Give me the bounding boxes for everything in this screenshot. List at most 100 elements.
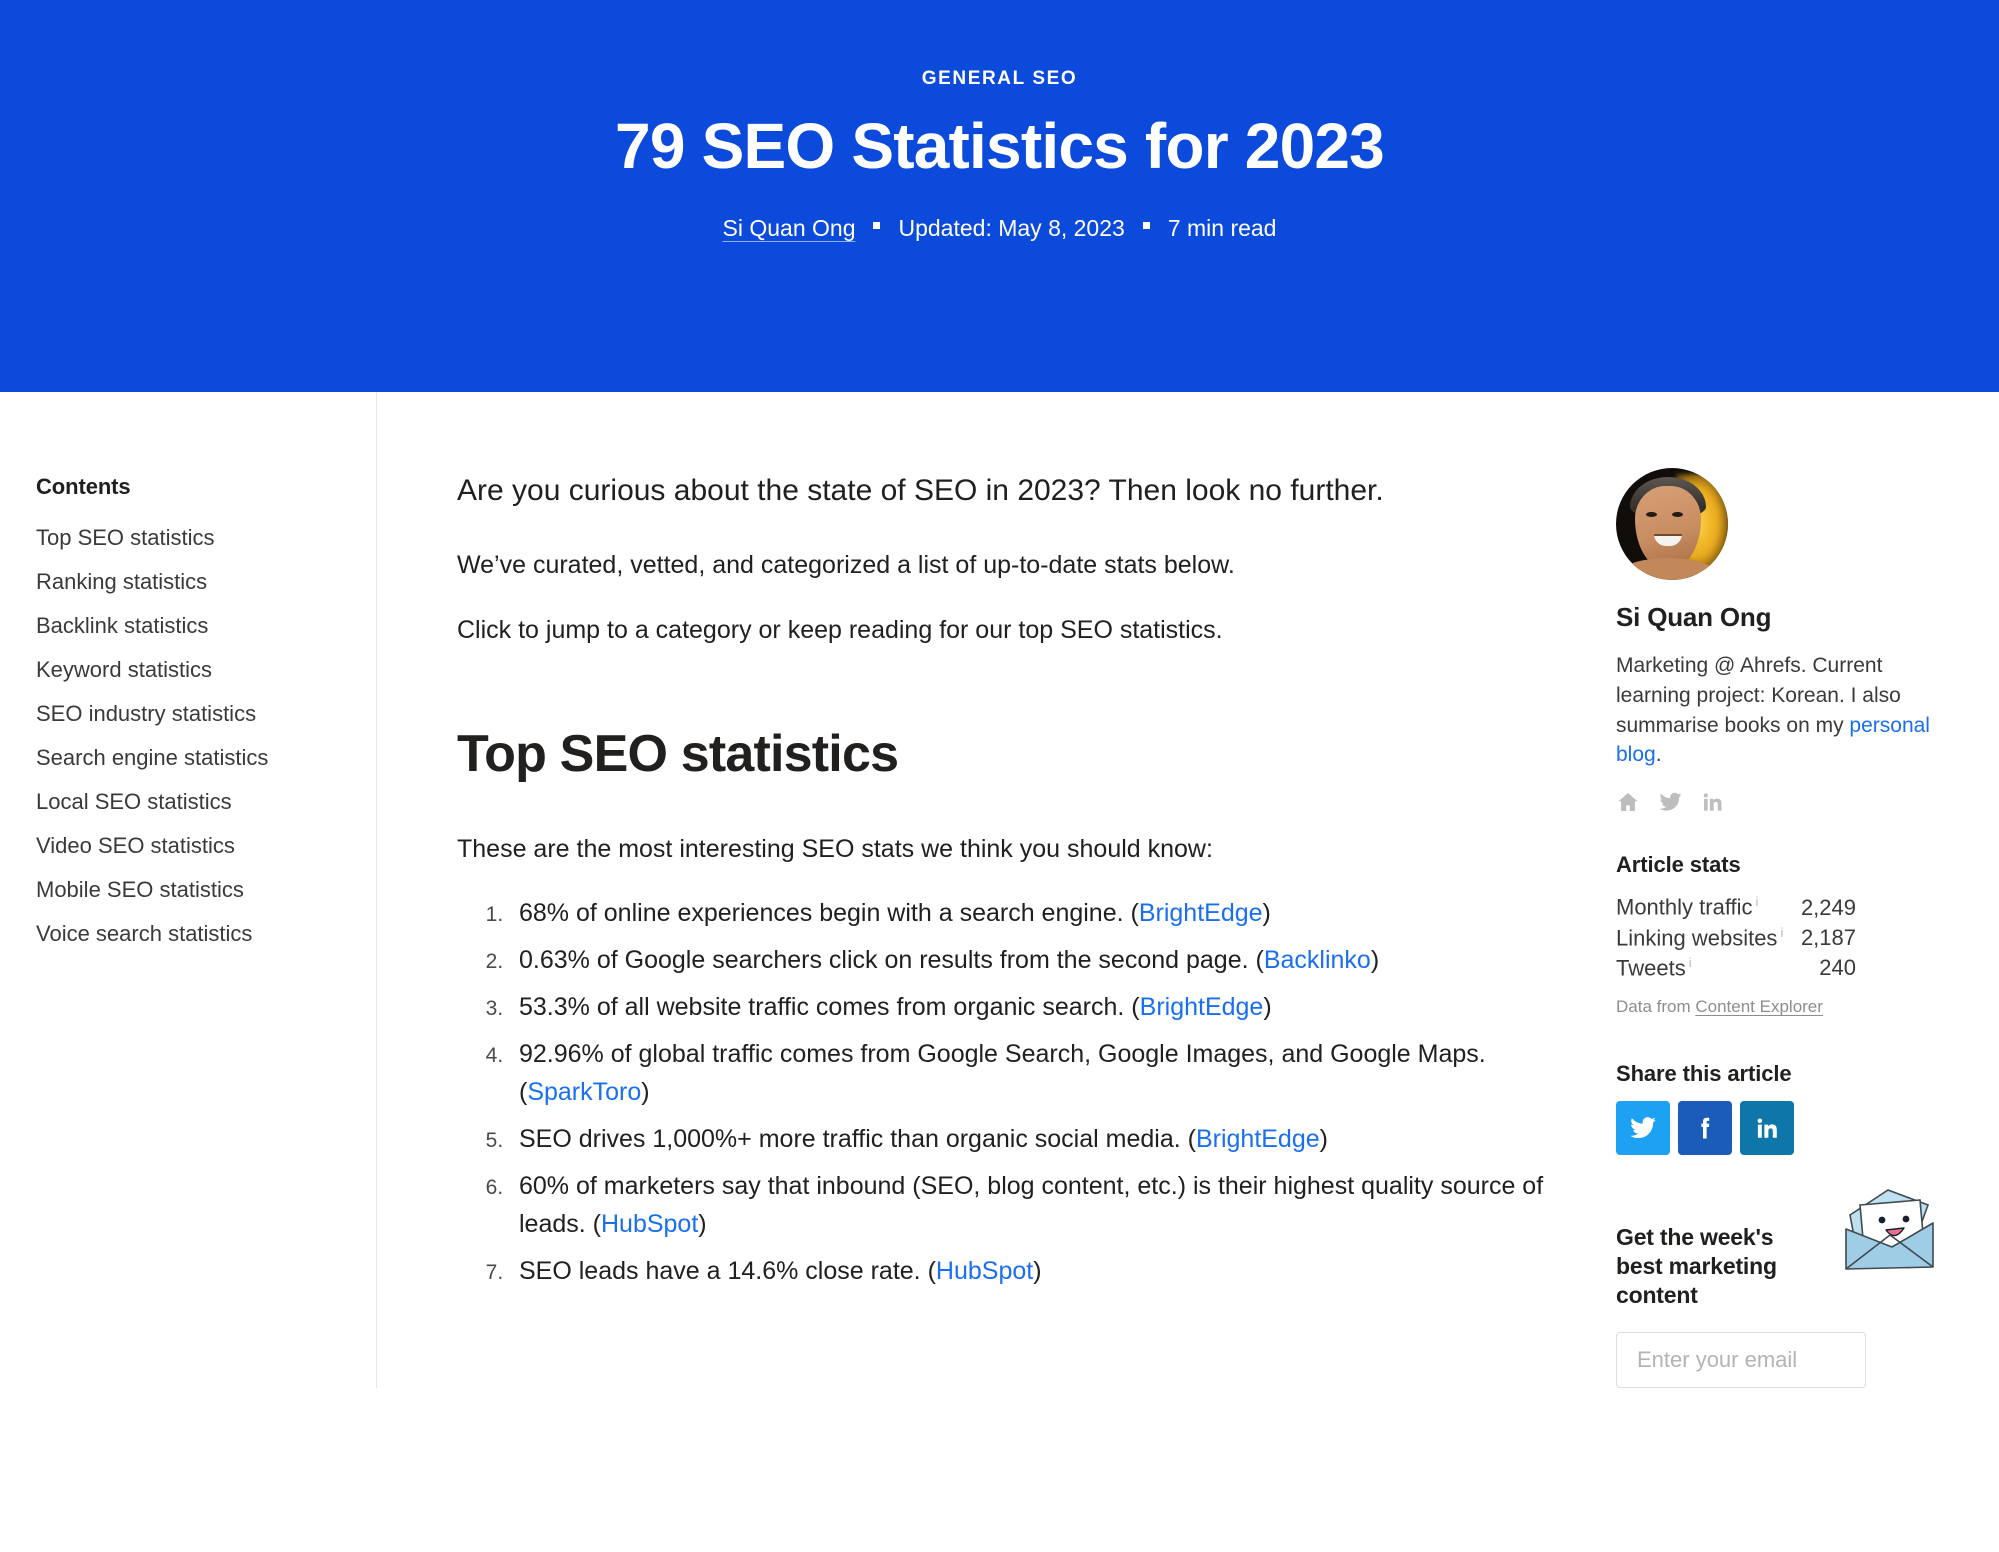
stat-label-text: Tweets (1616, 955, 1686, 981)
linkedin-icon (1754, 1115, 1780, 1141)
content-explorer-link[interactable]: Content Explorer (1695, 997, 1823, 1016)
byline-updated-date: Updated: May 8, 2023 (898, 215, 1125, 242)
share-title: Share this article (1616, 1061, 1792, 1087)
toc-item-search-engine-statistics[interactable]: Search engine statistics (36, 736, 376, 780)
stat-label: Monthly traffic i (1616, 894, 1758, 920)
data-source-note: Data from Content Explorer (1616, 997, 1946, 1017)
section-heading-top-seo-statistics: Top SEO statistics (457, 724, 899, 783)
article-content: Are you curious about the state of SEO i… (376, 392, 1616, 1389)
stat-text: 0.63% of Google searchers click on resul… (519, 946, 1264, 975)
toc-item-mobile-seo-statistics[interactable]: Mobile SEO statistics (36, 868, 376, 912)
article-paragraph-3: Click to jump to a category or keep read… (457, 616, 1223, 645)
toc-item-seo-industry-statistics[interactable]: SEO industry statistics (36, 692, 376, 736)
article-paragraph-2: We’ve curated, vetted, and categorized a… (457, 550, 1235, 579)
info-icon[interactable]: i (1780, 925, 1783, 940)
share-buttons (1616, 1101, 1946, 1156)
byline-separator-1 (873, 222, 881, 230)
stat-text: 68% of online experiences begin with a s… (519, 899, 1139, 928)
list-item: Voice search statistics (36, 912, 376, 956)
article-hero-banner: GENERAL SEO 79 SEO Statistics for 2023 S… (0, 0, 1999, 392)
byline-separator-2 (1142, 222, 1150, 230)
top-seo-statistics-list: 68% of online experiences begin with a s… (457, 894, 1558, 1290)
info-icon[interactable]: i (1689, 955, 1692, 970)
toc-item-ranking-statistics[interactable]: Ranking statistics (36, 560, 376, 604)
byline-read-time: 7 min read (1167, 215, 1277, 242)
list-item: Backlink statistics (36, 604, 376, 648)
toc-item-voice-search-statistics[interactable]: Voice search statistics (36, 912, 376, 956)
list-item: 53.3% of all website traffic comes from … (509, 988, 1558, 1026)
stat-text: SEO leads have a 14.6% close rate. ( (519, 1257, 936, 1286)
stat-label: Linking websites i (1616, 925, 1783, 951)
toc-item-video-seo-statistics[interactable]: Video SEO statistics (36, 824, 376, 868)
article-stats-title: Article stats (1616, 852, 1741, 878)
author-bio-after: . (1655, 743, 1662, 767)
stat-tail: ) (1319, 1125, 1328, 1154)
twitter-icon (1629, 1114, 1657, 1142)
stat-row-tweets: Tweets i 240 (1616, 953, 1856, 983)
source-link-hubspot[interactable]: HubSpot (936, 1257, 1033, 1285)
stat-text: 92.96% of global traffic comes from Goog… (519, 1040, 1486, 1107)
share-twitter-button[interactable] (1616, 1101, 1670, 1156)
source-link-brightedge[interactable]: BrightEdge (1196, 1125, 1320, 1153)
stat-tail: ) (641, 1078, 650, 1107)
toc-item-top-seo-statistics[interactable]: Top SEO statistics (36, 516, 376, 560)
envelope-icon (1836, 1187, 1938, 1278)
source-link-backlinko[interactable]: Backlinko (1264, 946, 1371, 974)
stat-label-text: Monthly traffic (1616, 894, 1753, 920)
toc-list: Top SEO statistics Ranking statistics Ba… (36, 516, 376, 956)
article-stats-section: Article stats Monthly traffic i 2,249 Lin… (1616, 852, 1946, 1017)
toc-title: Contents (36, 474, 131, 499)
newsletter-title: Get the week's best marketing content (1616, 1224, 1777, 1309)
newsletter-email-input[interactable] (1616, 1332, 1866, 1389)
newsletter-signup: Get the week's best marketing content (1616, 1189, 1946, 1389)
page-body: Contents Top SEO statistics Ranking stat… (0, 392, 1999, 1389)
list-item: Ranking statistics (36, 560, 376, 604)
source-link-brightedge[interactable]: BrightEdge (1139, 899, 1263, 927)
stat-tail: ) (1263, 993, 1272, 1022)
stat-tail: ) (1262, 899, 1271, 928)
stat-text: 53.3% of all website traffic comes from … (519, 993, 1140, 1022)
stat-text: SEO drives 1,000%+ more traffic than org… (519, 1125, 1196, 1154)
stat-value: 2,187 (1800, 924, 1856, 950)
list-item: Keyword statistics (36, 648, 376, 692)
list-item: SEO industry statistics (36, 692, 376, 736)
page-title: 79 SEO Statistics for 2023 (615, 110, 1385, 182)
list-item: Mobile SEO statistics (36, 868, 376, 912)
twitter-icon[interactable] (1658, 790, 1683, 814)
article-lede: Are you curious about the state of SEO i… (457, 474, 1384, 507)
toc-item-backlink-statistics[interactable]: Backlink statistics (36, 604, 376, 648)
stat-row-linking-websites: Linking websites i 2,187 (1616, 923, 1856, 953)
source-link-sparktoro[interactable]: SparkToro (527, 1078, 641, 1106)
info-icon[interactable]: i (1756, 894, 1759, 909)
list-item: SEO leads have a 14.6% close rate. (HubS… (509, 1252, 1558, 1290)
list-item: 0.63% of Google searchers click on resul… (509, 941, 1558, 979)
stat-value: 2,249 (1800, 894, 1856, 920)
linkedin-icon[interactable] (1701, 790, 1724, 814)
list-item: Search engine statistics (36, 736, 376, 780)
article-sidebar: Si Quan Ong Marketing @ Ahrefs. Current … (1616, 392, 1946, 1389)
list-item: Local SEO statistics (36, 780, 376, 824)
home-icon[interactable] (1616, 790, 1640, 814)
byline-author-link[interactable]: Si Quan Ong (723, 215, 856, 242)
data-source-prefix: Data from (1616, 997, 1696, 1017)
avatar (1616, 468, 1728, 580)
source-link-hubspot[interactable]: HubSpot (601, 1210, 698, 1238)
author-name: Si Quan Ong (1616, 602, 1772, 632)
list-item: 92.96% of global traffic comes from Goog… (509, 1035, 1558, 1111)
list-item: 68% of online experiences begin with a s… (509, 894, 1558, 932)
share-linkedin-button[interactable] (1740, 1101, 1794, 1156)
stat-tail: ) (1370, 946, 1380, 975)
author-social-links (1616, 790, 1946, 814)
toc-item-local-seo-statistics[interactable]: Local SEO statistics (36, 780, 376, 824)
share-facebook-button[interactable] (1678, 1101, 1732, 1156)
byline: Si Quan Ong Updated: May 8, 2023 7 min r… (723, 215, 1277, 242)
toc-item-keyword-statistics[interactable]: Keyword statistics (36, 648, 376, 692)
facebook-icon (1691, 1114, 1719, 1142)
table-of-contents: Contents Top SEO statistics Ranking stat… (36, 392, 376, 1388)
stat-label: Tweets i (1616, 955, 1692, 981)
list-item: Top SEO statistics (36, 516, 376, 560)
stat-label-text: Linking websites (1616, 924, 1778, 950)
stat-tail: ) (698, 1210, 707, 1239)
source-link-brightedge[interactable]: BrightEdge (1140, 993, 1264, 1021)
stat-tail: ) (1033, 1257, 1042, 1286)
